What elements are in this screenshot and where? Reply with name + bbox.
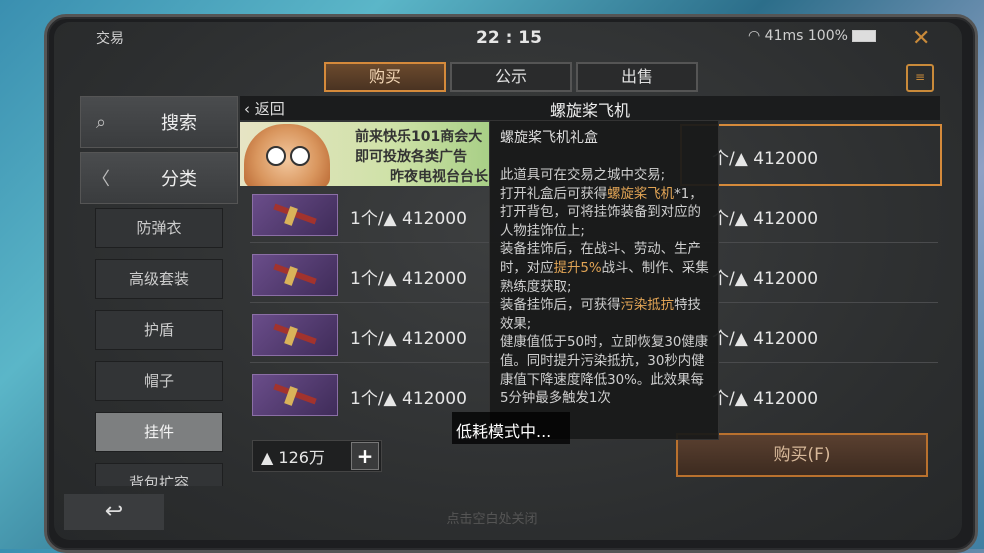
listing-price-right: 个/▲ 412000 bbox=[712, 269, 819, 289]
listing-price: 1个/▲ 412000 bbox=[350, 269, 467, 289]
mascot-image bbox=[244, 124, 330, 186]
clipboard-icon[interactable]: ≡ bbox=[906, 64, 934, 92]
tooltip-body: 此道具可在交易之城中交易; 打开礼盒后可获得螺旋桨飞机*1，打开背包，可将挂饰装… bbox=[500, 167, 712, 409]
category-item-shield[interactable]: 护盾 bbox=[95, 310, 223, 350]
tab-buy[interactable]: 购买 bbox=[324, 62, 446, 92]
tooltip-line: 此道具可在交易之城中交易; bbox=[500, 168, 666, 183]
battery-percent: 100% bbox=[807, 28, 848, 44]
item-title: 螺旋桨飞机 bbox=[549, 101, 630, 120]
ad-banner[interactable]: 前来快乐101商会大 即可投放各类广告 昨夜电视台台长 bbox=[240, 122, 490, 186]
tooltip-line: 打开礼盒后可获得螺旋桨飞机*1，打开背包，可将挂饰装备到对应的人物挂饰位上; bbox=[500, 186, 703, 239]
category-button[interactable]: 〈 分类 bbox=[80, 152, 238, 204]
low-power-toast: 低耗模式中... bbox=[456, 422, 552, 441]
search-button[interactable]: ⌕ 搜索 bbox=[80, 96, 238, 148]
coin-icon: ▲ bbox=[261, 448, 279, 467]
ad-line-3: 昨夜电视台台长 bbox=[390, 169, 488, 185]
tab-announce[interactable]: 公示 bbox=[450, 62, 572, 92]
listing-price-right: 个/▲ 412000 bbox=[712, 389, 819, 409]
ping-value: 41ms bbox=[764, 28, 804, 44]
item-thumbnail bbox=[252, 254, 338, 296]
item-tooltip: 螺旋桨飞机礼盒 此道具可在交易之城中交易; 打开礼盒后可获得螺旋桨飞机*1，打开… bbox=[489, 120, 719, 440]
listing-price-right: 个/▲ 412000 bbox=[712, 209, 819, 229]
search-icon: ⌕ bbox=[95, 111, 107, 133]
tooltip-line: 装备挂饰后，可获得污染抵抗特技效果; bbox=[500, 298, 701, 332]
listing-price-right: 个/▲ 412000 bbox=[712, 329, 819, 349]
section-label: 交易 bbox=[96, 31, 124, 47]
ad-line-2: 即可投放各类广告 bbox=[355, 149, 467, 165]
category-item-suit[interactable]: 高级套装 bbox=[95, 259, 223, 299]
category-list: 防弹衣 高级套装 护盾 帽子 挂件 背包扩容 bbox=[95, 208, 223, 486]
item-header: ‹ 返回 螺旋桨飞机 bbox=[240, 96, 940, 120]
search-label: 搜索 bbox=[161, 113, 197, 134]
tab-sell[interactable]: 出售 bbox=[576, 62, 698, 92]
close-hint: 点击空白处关闭 bbox=[446, 512, 538, 527]
trade-tabs: 购买 公示 出售 bbox=[324, 62, 698, 92]
currency-amount: 126万 bbox=[278, 448, 325, 467]
item-thumbnail bbox=[252, 314, 338, 356]
clock: 22 : 15 bbox=[476, 28, 542, 48]
category-item-backpack[interactable]: 背包扩容 bbox=[95, 463, 223, 486]
close-icon[interactable]: ✕ bbox=[912, 26, 930, 51]
listing-price: 1个/▲ 412000 bbox=[350, 209, 467, 229]
item-thumbnail bbox=[252, 194, 338, 236]
listing-price: 1个/▲ 412000 bbox=[350, 389, 467, 409]
chevron-left-icon: 〈 bbox=[92, 169, 110, 190]
wifi-icon: ◠ bbox=[748, 28, 761, 44]
ad-line-1: 前来快乐101商会大 bbox=[355, 129, 483, 145]
network-status: ◠ 41ms 100% bbox=[748, 28, 877, 52]
left-nav: ⌕ 搜索 〈 分类 bbox=[80, 96, 238, 208]
category-label: 分类 bbox=[161, 169, 197, 190]
tooltip-title: 螺旋桨飞机礼盒 bbox=[500, 130, 598, 146]
tooltip-line: 健康值低于50时，立即恢复30健康值。同时提升污染抵抗，30秒内健康值下降速度降… bbox=[500, 335, 709, 407]
tooltip-line: 装备挂饰后，在战斗、劳动、生产时，对应提升5%战斗、制作、采集熟练度获取; bbox=[500, 242, 709, 295]
listing-price-right: 个/▲ 412000 bbox=[712, 149, 819, 169]
category-item-pendant[interactable]: 挂件 bbox=[95, 412, 223, 452]
battery-icon bbox=[852, 30, 877, 42]
category-item-armor[interactable]: 防弹衣 bbox=[95, 208, 223, 248]
item-thumbnail bbox=[252, 374, 338, 416]
add-currency-button[interactable]: + bbox=[351, 442, 379, 470]
currency-box: ▲ 126万 + bbox=[252, 440, 382, 472]
listing-price: 1个/▲ 412000 bbox=[350, 329, 467, 349]
category-item-hat[interactable]: 帽子 bbox=[95, 361, 223, 401]
